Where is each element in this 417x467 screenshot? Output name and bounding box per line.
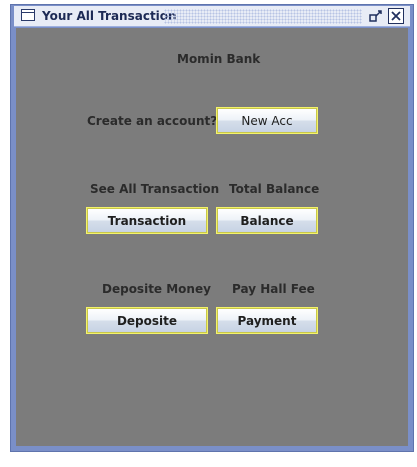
see-transactions-label: See All Transaction <box>90 182 220 196</box>
transaction-button[interactable]: Transaction <box>86 207 208 234</box>
new-account-button[interactable]: New Acc <box>216 107 318 134</box>
total-balance-label: Total Balance <box>229 182 320 196</box>
deposit-money-label: Deposite Money <box>102 282 211 296</box>
window-title: Your All Transaction <box>42 9 177 23</box>
restore-icon[interactable] <box>368 8 384 24</box>
deposit-button[interactable]: Deposite <box>86 307 208 334</box>
pay-hall-fee-label: Pay Hall Fee <box>232 282 315 296</box>
bank-name-label: Momin Bank <box>177 52 261 66</box>
close-icon[interactable] <box>388 8 404 24</box>
title-bar[interactable]: Your All Transaction <box>14 6 410 27</box>
window-icon <box>21 9 35 21</box>
title-bar-grip <box>164 9 362 24</box>
payment-button[interactable]: Payment <box>216 307 318 334</box>
balance-button[interactable]: Balance <box>216 207 318 234</box>
create-account-label: Create an account? <box>87 114 218 128</box>
content-panel: Momin Bank Create an account? New Acc Se… <box>16 28 408 446</box>
